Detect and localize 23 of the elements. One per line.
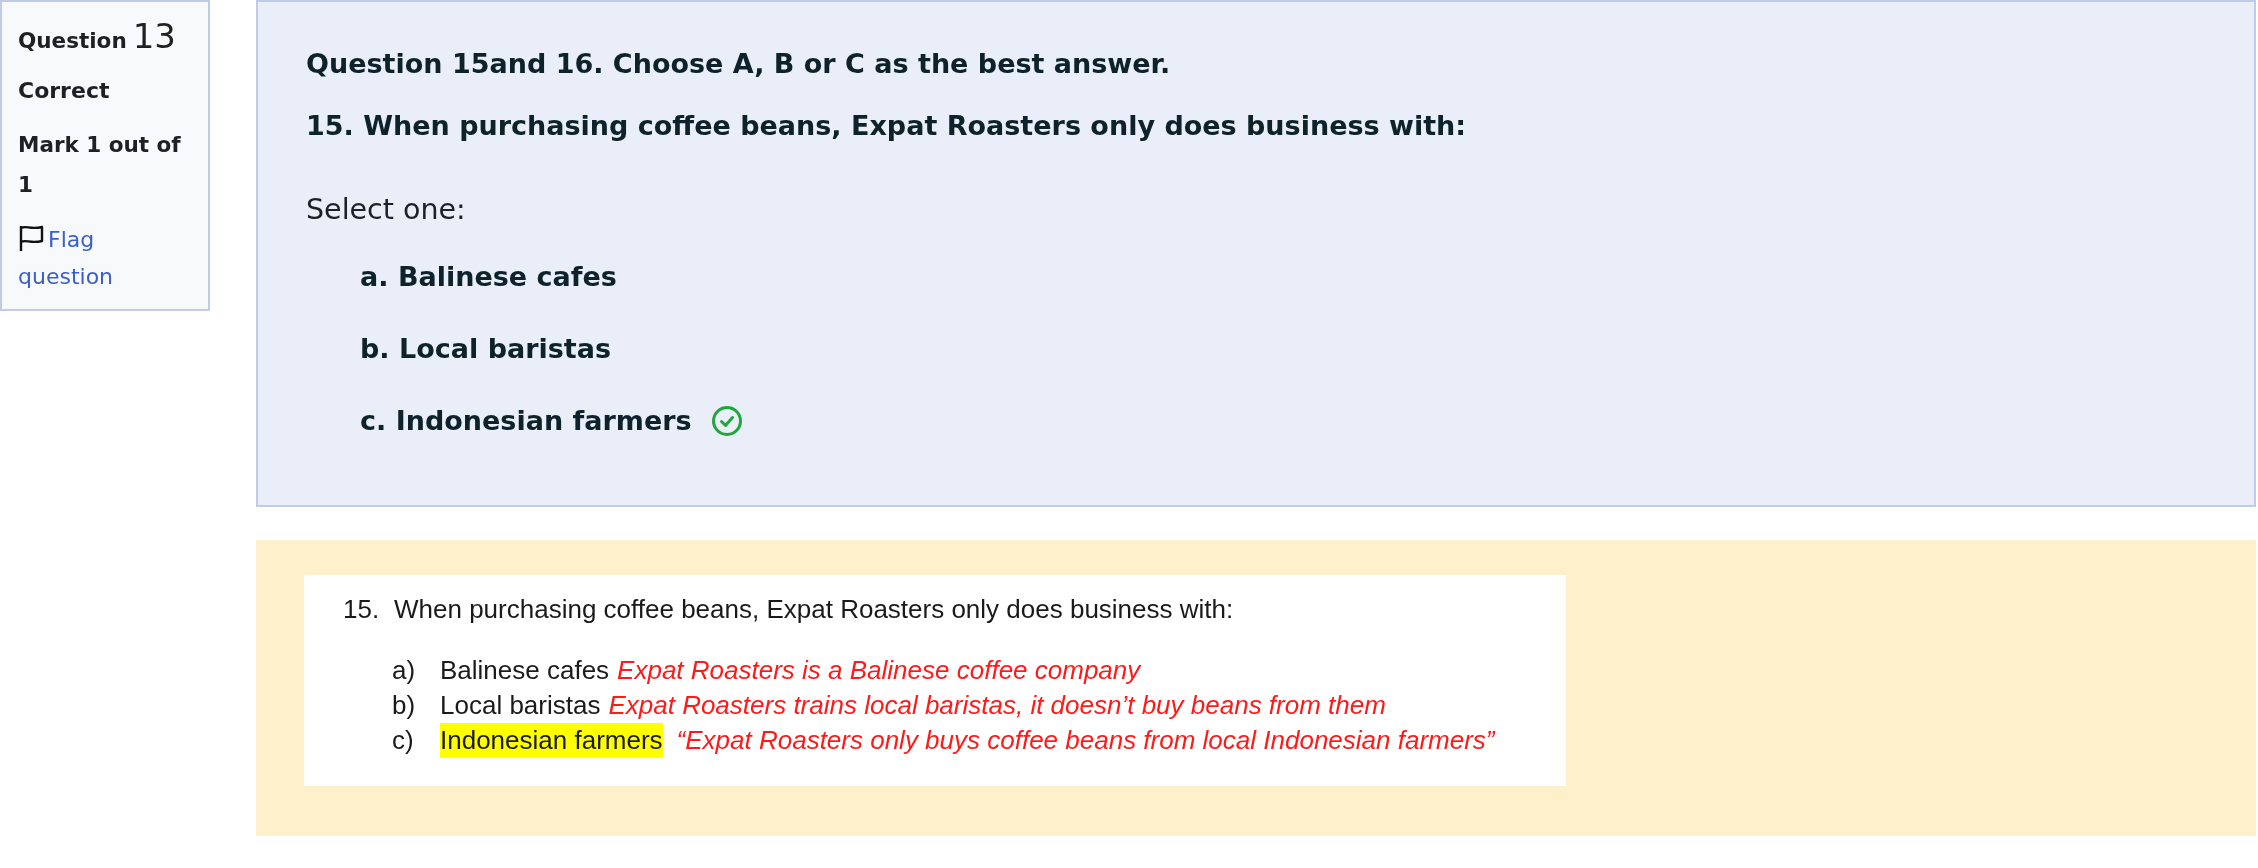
question-number: 13 <box>132 16 176 56</box>
question-instruction: Question 15and 16. Choose A, B or C as the best answer. <box>306 47 1171 81</box>
question-text: 15. When purchasing coffee beans, Expat Roasters only does business with: <box>306 109 1467 143</box>
doc-option-label: b) <box>392 689 417 722</box>
doc-option-text: Balinese cafes <box>440 654 610 687</box>
answer-option: b. Local baristas <box>360 331 612 367</box>
explanation-note: Expat Roasters trains local baristas, it doesn’t buy beans from them <box>608 689 1386 722</box>
highlighted-option-text: Indonesian farmers <box>440 723 663 758</box>
explanation-note: “Expat Roasters only buys coffee beans from local Indonesian farmers” <box>676 724 1495 757</box>
answer-option: c. Indonesian farmers <box>360 403 692 439</box>
flag-icon <box>18 224 44 252</box>
explanation-note: Expat Roasters is a Balinese coffee company <box>617 654 1141 687</box>
doc-option-label: c) <box>392 724 415 757</box>
doc-question-number: 15. <box>343 594 381 624</box>
question-status: Correct <box>18 77 110 105</box>
doc-question-text: When purchasing coffee beans, Expat Roasters only does business with: <box>394 594 1234 624</box>
flag-question-link[interactable]: Flag question <box>18 221 168 295</box>
answer-option: a. Balinese cafes <box>360 259 617 295</box>
select-prompt: Select one: <box>306 192 466 228</box>
mark-text: Mark 1 out of 1 <box>18 131 182 199</box>
question-label: Question <box>18 27 127 55</box>
doc-option-label: a) <box>392 654 417 687</box>
doc-option-text: Local baristas <box>440 689 601 722</box>
